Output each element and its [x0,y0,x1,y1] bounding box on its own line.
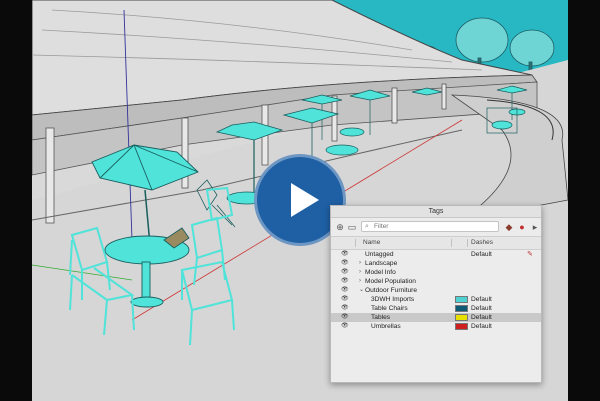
tag-name[interactable]: Table Chairs [371,304,408,313]
eye-icon[interactable]: 👁 [341,268,349,277]
tag-row[interactable]: 👁 › Model Info [331,268,541,277]
tag-row[interactable]: 👁 ⌄ Outdoor Furniture [331,286,541,295]
tag-row[interactable]: 👁 Untagged Default ✎ [331,250,541,259]
tag-row[interactable]: 👁 Tables Default [331,313,541,322]
eye-icon[interactable]: 👁 [341,304,349,313]
filter-input[interactable] [374,222,494,231]
tag-row[interactable]: 👁 › Landscape [331,259,541,268]
column-dashes[interactable]: Dashes [471,237,493,249]
tag-name[interactable]: Model Info [365,268,396,277]
filter-field[interactable]: ⌕ [361,221,499,232]
tag-color-swatch[interactable] [455,314,468,321]
eye-icon[interactable]: 👁 [341,295,349,304]
panel-toolbar: ⊕ ▭ ⌕ ◆ ● ▸ [331,218,541,237]
pencil-icon: ✎ [527,251,533,258]
eye-icon[interactable]: 👁 [341,313,349,322]
tag-name[interactable]: Landscape [365,259,397,268]
chevron-icon[interactable]: ⌄ [359,286,364,295]
video-frame: Tags ⊕ ▭ ⌕ ◆ ● ▸ Name Dashes 👁 Untagged De… [0,0,600,401]
column-header: Name Dashes [331,237,541,250]
chevron-icon[interactable]: › [359,268,361,277]
sketchup-viewport[interactable]: Tags ⊕ ▭ ⌕ ◆ ● ▸ Name Dashes 👁 Untagged De… [32,0,568,401]
paint-icon[interactable]: ◆ [504,222,514,232]
tag-name[interactable]: Outdoor Furniture [365,286,417,295]
tag-dashes[interactable]: Default [471,322,492,331]
tag-name[interactable]: Model Population [365,277,416,286]
tag-name[interactable]: 3DWH Imports [371,295,414,304]
folder-icon[interactable]: ▭ [347,222,357,232]
tag-row[interactable]: 👁 3DWH Imports Default [331,295,541,304]
tag-row[interactable]: 👁 Umbrellas Default [331,322,541,331]
eye-icon[interactable]: 👁 [341,259,349,268]
tag-list: 👁 Untagged Default ✎ 👁 › Landscape 👁 › Model Info… [331,250,541,331]
column-name[interactable]: Name [363,237,380,249]
panel-title: Tags [331,206,541,218]
chevron-icon[interactable]: › [359,277,361,286]
tag-dashes[interactable]: Default [471,250,492,259]
tag-dashes[interactable]: Default [471,295,492,304]
eye-icon[interactable]: 👁 [341,250,349,259]
tag-row[interactable]: 👁 Table Chairs Default [331,304,541,313]
tag-color-swatch[interactable] [455,305,468,312]
chevron-icon[interactable]: › [359,259,361,268]
search-icon: ⌕ [365,223,369,230]
eye-icon[interactable]: 👁 [341,286,349,295]
tag-name[interactable]: Tables [371,313,390,322]
tags-panel: Tags ⊕ ▭ ⌕ ◆ ● ▸ Name Dashes 👁 Untagged De… [330,205,542,383]
eye-icon[interactable]: 👁 [341,322,349,331]
eye-icon[interactable]: 👁 [341,277,349,286]
tag-name[interactable]: Untagged [365,250,394,259]
tag-row[interactable]: 👁 › Model Population [331,277,541,286]
tag-name[interactable]: Umbrellas [371,322,401,331]
tag-dashes[interactable]: Default [471,304,492,313]
delete-tag-icon[interactable]: ● [517,222,527,232]
tag-dashes[interactable]: Default [471,313,492,322]
details-icon[interactable]: ▸ [530,222,540,232]
add-tag-icon[interactable]: ⊕ [335,222,345,232]
tag-color-swatch[interactable] [455,296,468,303]
tag-color-swatch[interactable] [455,323,468,330]
